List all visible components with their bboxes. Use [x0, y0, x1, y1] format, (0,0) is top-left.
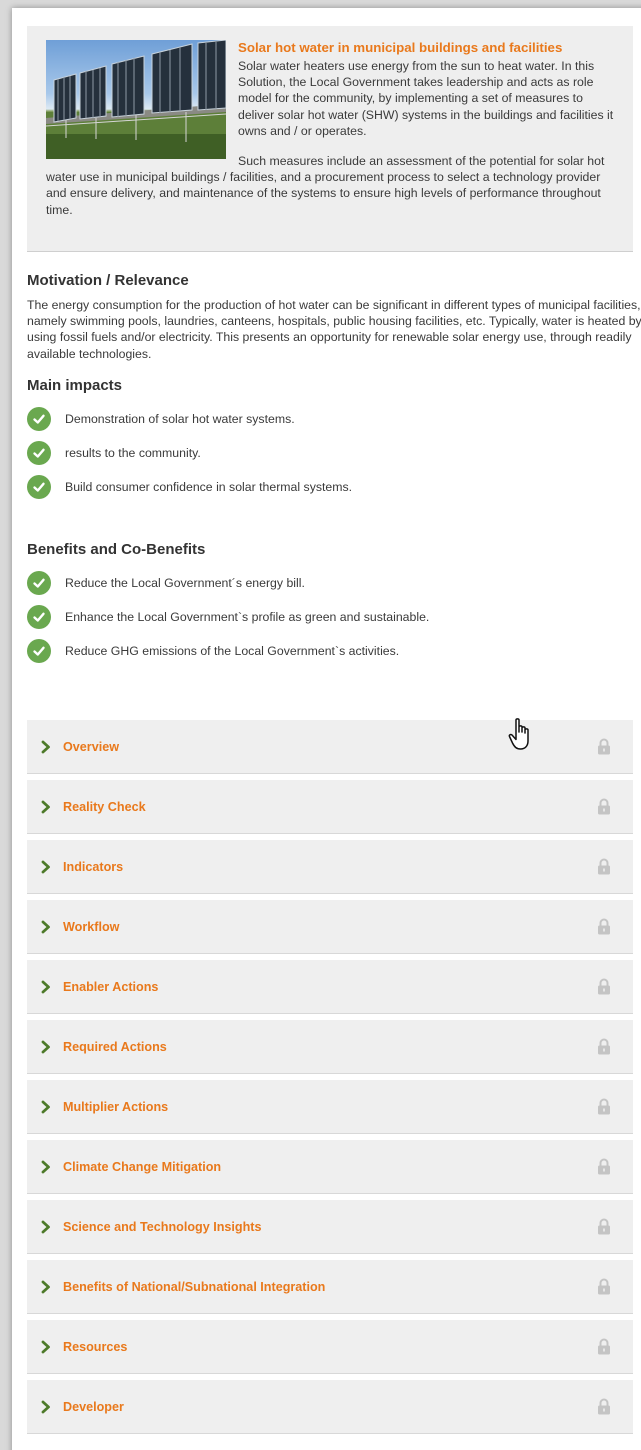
check-circle-icon	[27, 639, 51, 663]
check-circle-icon	[27, 441, 51, 465]
accordion-item-label: Resources	[63, 1339, 128, 1354]
chevron-right-icon	[39, 920, 53, 934]
impact-text: results to the community.	[65, 446, 201, 460]
chevron-right-icon	[39, 1280, 53, 1294]
list-item: Enhance the Local Government`s profile a…	[27, 602, 641, 632]
chevron-right-icon	[39, 1040, 53, 1054]
motivation-heading: Motivation / Relevance	[27, 272, 189, 289]
accordion-item-label: Reality Check	[63, 799, 146, 814]
accordion-item-label: Multiplier Actions	[63, 1099, 169, 1114]
chevron-right-icon	[39, 1340, 53, 1354]
chevron-right-icon	[39, 1160, 53, 1174]
lock-icon	[597, 1218, 611, 1235]
lock-icon	[597, 1038, 611, 1055]
chevron-right-icon	[39, 1100, 53, 1114]
list-item: Reduce GHG emissions of the Local Govern…	[27, 636, 641, 666]
accordion-item-resources[interactable]: Resources	[27, 1320, 633, 1374]
page: Solar hot water in municipal buildings a…	[12, 8, 641, 1450]
check-circle-icon	[27, 475, 51, 499]
accordion-item-climate-change-mitigation[interactable]: Climate Change Mitigation	[27, 1140, 633, 1194]
motivation-text: The energy consumption for the productio…	[27, 298, 641, 361]
lock-icon	[597, 978, 611, 995]
hand-cursor-icon	[507, 717, 537, 753]
list-item: results to the community.	[27, 438, 641, 468]
solution-intro: Solar hot water in municipal buildings a…	[27, 26, 633, 252]
benefit-text: Reduce the Local Government´s energy bil…	[65, 576, 305, 590]
accordion-item-label: Climate Change Mitigation	[63, 1159, 222, 1174]
accordion-item-workflow[interactable]: Workflow	[27, 900, 633, 954]
impact-text: Build consumer confidence in solar therm…	[65, 480, 353, 494]
accordion-item-reality-check[interactable]: Reality Check	[27, 780, 633, 834]
solution-accordion: Overview Reality Check Indicators Workflow E…	[27, 720, 633, 1440]
chevron-right-icon	[39, 860, 53, 874]
chevron-right-icon	[39, 740, 53, 754]
benefit-text: Enhance the Local Government`s profile a…	[65, 610, 430, 624]
accordion-item-science-and-technology-insights[interactable]: Science and Technology Insights	[27, 1200, 633, 1254]
list-item: Demonstration of solar hot water systems…	[27, 404, 641, 434]
benefits-heading: Benefits and Co-Benefits	[27, 541, 206, 558]
benefit-text: Reduce GHG emissions of the Local Govern…	[65, 644, 400, 658]
accordion-item-multiplier-actions[interactable]: Multiplier Actions	[27, 1080, 633, 1134]
lock-icon	[597, 1398, 611, 1415]
accordion-item-label: Required Actions	[63, 1039, 167, 1054]
accordion-item-label: Workflow	[63, 919, 120, 934]
check-circle-icon	[27, 605, 51, 629]
motivation-section: Motivation / Relevance The energy consum…	[27, 272, 641, 362]
check-circle-icon	[27, 571, 51, 595]
lock-icon	[597, 738, 611, 755]
chevron-right-icon	[39, 1220, 53, 1234]
accordion-item-benefits-of-national-subnational-integration[interactable]: Benefits of National/Subnational Integra…	[27, 1260, 633, 1314]
lock-icon	[597, 1338, 611, 1355]
accordion-item-label: Developer	[63, 1399, 124, 1414]
accordion-item-enabler-actions[interactable]: Enabler Actions	[27, 960, 633, 1014]
solution-measures: Such measures include an assessment of t…	[46, 154, 605, 217]
list-item: Reduce the Local Government´s energy bil…	[27, 568, 641, 598]
benefits-list: Reduce the Local Government´s energy bil…	[27, 568, 641, 666]
lock-icon	[597, 1098, 611, 1115]
chevron-right-icon	[39, 1400, 53, 1414]
accordion-item-label: Benefits of National/Subnational Integra…	[63, 1279, 326, 1294]
accordion-item-label: Enabler Actions	[63, 979, 159, 994]
accordion-item-indicators[interactable]: Indicators	[27, 840, 633, 894]
lock-icon	[597, 1158, 611, 1175]
accordion-item-required-actions[interactable]: Required Actions	[27, 1020, 633, 1074]
benefits-section: Benefits and Co-Benefits Reduce the Loca…	[27, 541, 641, 670]
accordion-item-overview[interactable]: Overview	[27, 720, 633, 774]
lock-icon	[597, 798, 611, 815]
accordion-item-label: Science and Technology Insights	[63, 1219, 262, 1234]
lock-icon	[597, 1278, 611, 1295]
solar-collector-image	[46, 40, 226, 159]
check-circle-icon	[27, 407, 51, 431]
chevron-right-icon	[39, 800, 53, 814]
main-impacts-heading: Main impacts	[27, 377, 123, 394]
accordion-item-label: Indicators	[63, 859, 124, 874]
accordion-item-developer[interactable]: Developer	[27, 1380, 633, 1434]
chevron-right-icon	[39, 980, 53, 994]
lock-icon	[597, 858, 611, 875]
list-item: Build consumer confidence in solar therm…	[27, 472, 641, 502]
main-impacts-section: Main impacts Demonstration of solar hot …	[27, 377, 641, 506]
impact-text: Demonstration of solar hot water systems…	[65, 412, 295, 426]
lock-icon	[597, 918, 611, 935]
main-impacts-list: Demonstration of solar hot water systems…	[27, 404, 641, 502]
